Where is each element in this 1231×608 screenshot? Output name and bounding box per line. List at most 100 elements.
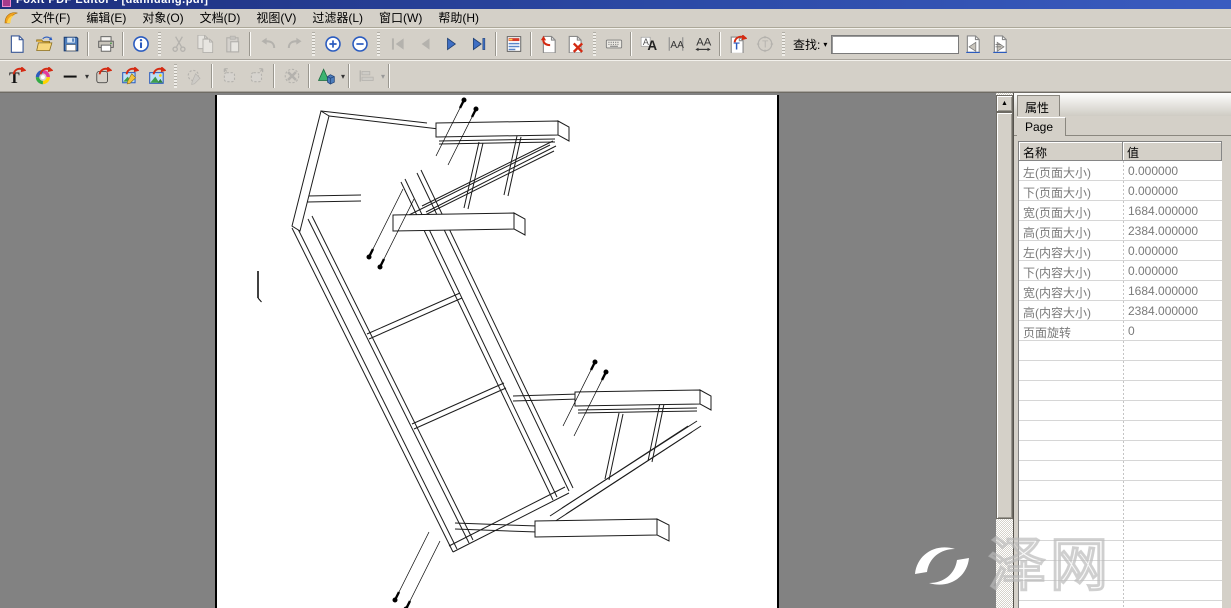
toolbar-grip[interactable] — [158, 32, 161, 56]
table-row[interactable]: 下(内容大小)0.000000 — [1019, 261, 1222, 281]
previous-page-button[interactable] — [411, 31, 438, 57]
toolbar-grip[interactable] — [377, 32, 380, 56]
vertical-scrollbar: ▲ — [996, 93, 1013, 608]
first-page-button[interactable] — [384, 31, 411, 57]
align-caret[interactable]: ▾ — [381, 72, 385, 81]
menu-help[interactable]: 帮助(H) — [430, 8, 487, 28]
redo-button[interactable] — [281, 31, 308, 57]
prop-name: 宽(内容大小) — [1019, 281, 1123, 301]
paste-icon — [224, 35, 242, 53]
toolbar-grip[interactable] — [174, 64, 177, 88]
menu-file[interactable]: 文件(F) — [23, 8, 78, 28]
kerning-button[interactable]: AA — [662, 31, 689, 57]
document-canvas[interactable] — [0, 93, 996, 608]
find-input[interactable] — [831, 35, 959, 54]
add-shape-button[interactable] — [313, 63, 340, 89]
send-backward-icon — [221, 67, 239, 85]
text-orientation-button[interactable]: T — [751, 31, 778, 57]
copy-button[interactable] — [192, 31, 219, 57]
font-button[interactable]: A A — [635, 31, 662, 57]
find-dropdown-caret[interactable]: ▾ — [823, 40, 827, 49]
prop-value[interactable]: 0.000000 — [1123, 181, 1222, 201]
import-page-button[interactable] — [535, 31, 562, 57]
prop-name: 下(页面大小) — [1019, 181, 1123, 201]
prop-name: 下(内容大小) — [1019, 261, 1123, 281]
paste-button[interactable] — [219, 31, 246, 57]
line-icon — [62, 67, 80, 85]
edit-image-button[interactable] — [116, 63, 143, 89]
add-text-button[interactable]: T — [3, 63, 30, 89]
separator — [630, 32, 632, 56]
char-spacing-button[interactable]: AA — [689, 31, 716, 57]
table-row[interactable]: 高(页面大小)2384.000000 — [1019, 221, 1222, 241]
zoom-in-button[interactable] — [319, 31, 346, 57]
toolbar-grip[interactable] — [593, 32, 596, 56]
open-folder-icon — [35, 35, 53, 53]
insert-text-button[interactable]: T — [724, 31, 751, 57]
zoom-out-button[interactable] — [346, 31, 373, 57]
previous-page-icon — [416, 35, 434, 53]
tab-page[interactable]: Page — [1017, 117, 1066, 136]
keyboard-button[interactable] — [600, 31, 627, 57]
align-button[interactable] — [353, 63, 380, 89]
prop-value[interactable]: 2384.000000 — [1123, 301, 1222, 321]
separator — [495, 32, 497, 56]
prop-value[interactable]: 0.000000 — [1123, 241, 1222, 261]
prop-value[interactable]: 2384.000000 — [1123, 221, 1222, 241]
menu-document[interactable]: 文档(D) — [192, 8, 249, 28]
new-document-button[interactable] — [3, 31, 30, 57]
separator — [211, 64, 213, 88]
properties-title[interactable]: 属性 — [1017, 95, 1060, 116]
page-properties-button[interactable] — [500, 31, 527, 57]
add-shading-button[interactable] — [89, 63, 116, 89]
next-page-button[interactable] — [438, 31, 465, 57]
edit-object-button[interactable] — [181, 63, 208, 89]
add-color-button[interactable] — [30, 63, 57, 89]
undo-button[interactable] — [254, 31, 281, 57]
prop-value[interactable]: 1684.000000 — [1123, 281, 1222, 301]
table-row[interactable]: 下(页面大小)0.000000 — [1019, 181, 1222, 201]
delete-object-button[interactable] — [278, 63, 305, 89]
table-row[interactable]: 左(页面大小)0.000000 — [1019, 161, 1222, 181]
search-previous-button[interactable] — [959, 31, 986, 57]
add-image-button[interactable] — [143, 63, 170, 89]
save-button[interactable] — [57, 31, 84, 57]
menu-filter[interactable]: 过滤器(L) — [304, 8, 371, 28]
prop-value[interactable]: 0.000000 — [1123, 261, 1222, 281]
pdf-page[interactable] — [215, 95, 779, 608]
cut-icon — [170, 35, 188, 53]
search-next-button[interactable] — [986, 31, 1013, 57]
toolbar-grip[interactable] — [312, 32, 315, 56]
cut-button[interactable] — [165, 31, 192, 57]
column-header-name[interactable]: 名称 — [1019, 142, 1123, 161]
line-style-button[interactable] — [57, 63, 84, 89]
document-info-button[interactable] — [127, 31, 154, 57]
open-file-button[interactable] — [30, 31, 57, 57]
scrollbar-thumb[interactable] — [996, 112, 1013, 519]
send-backward-button[interactable] — [216, 63, 243, 89]
redo-icon — [286, 35, 304, 53]
toolbar-grip[interactable] — [782, 32, 785, 56]
print-button[interactable] — [92, 31, 119, 57]
delete-page-button[interactable] — [562, 31, 589, 57]
prop-name: 左(页面大小) — [1019, 161, 1123, 181]
table-row[interactable]: 页面旋转0 — [1019, 321, 1222, 341]
column-header-value[interactable]: 值 — [1123, 142, 1222, 161]
menu-object[interactable]: 对象(O) — [134, 8, 191, 28]
table-row[interactable]: 宽(页面大小)1684.000000 — [1019, 201, 1222, 221]
add-shape-caret[interactable]: ▾ — [341, 72, 345, 81]
menu-window[interactable]: 窗口(W) — [371, 8, 430, 28]
prop-value[interactable]: 1684.000000 — [1123, 201, 1222, 221]
menu-view[interactable]: 视图(V) — [248, 8, 304, 28]
table-row[interactable]: 宽(内容大小)1684.000000 — [1019, 281, 1222, 301]
properties-tab-bar: Page — [1014, 116, 1231, 136]
table-row[interactable]: 高(内容大小)2384.000000 — [1019, 301, 1222, 321]
prop-value[interactable]: 0.000000 — [1123, 161, 1222, 181]
table-row[interactable]: 左(内容大小)0.000000 — [1019, 241, 1222, 261]
bring-forward-button[interactable] — [243, 63, 270, 89]
last-page-button[interactable] — [465, 31, 492, 57]
prop-value[interactable]: 0 — [1123, 321, 1222, 341]
separator — [719, 32, 721, 56]
scroll-up-button[interactable]: ▲ — [996, 95, 1013, 112]
menu-edit[interactable]: 编辑(E) — [78, 8, 134, 28]
